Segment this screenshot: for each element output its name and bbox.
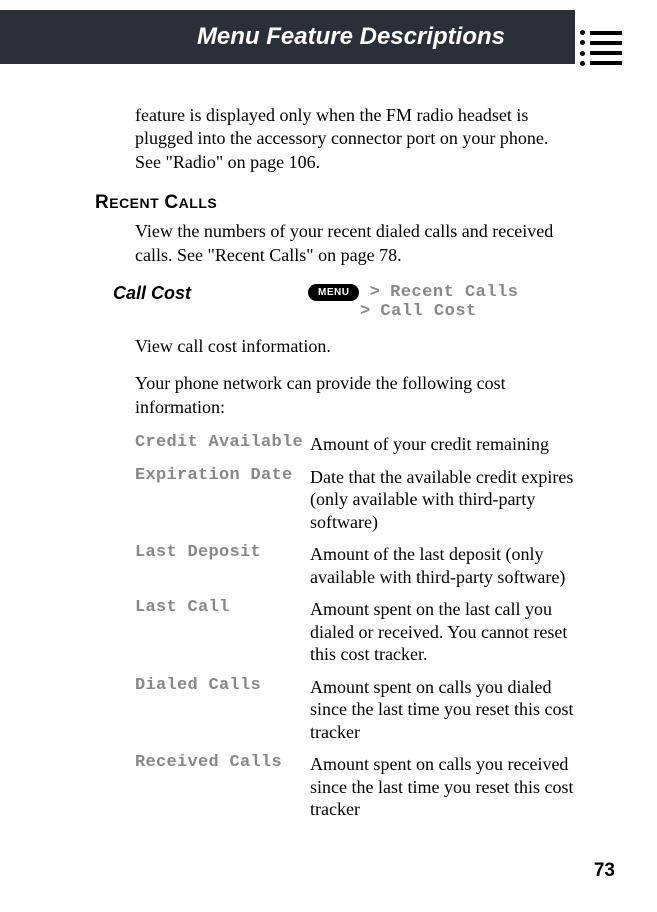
menu-path: MENU > Recent Calls > Call Cost: [308, 283, 577, 321]
definition-row: Dialed Calls Amount spent on calls you d…: [135, 676, 577, 744]
definition-table: Credit Available Amount of your credit r…: [135, 433, 577, 821]
intro-paragraph: feature is displayed only when the FM ra…: [135, 104, 577, 174]
definition-row: Credit Available Amount of your credit r…: [135, 433, 577, 456]
definition-term: Last Deposit: [135, 543, 310, 562]
body-paragraph: View call cost information.: [135, 335, 577, 358]
menu-list-icon: [580, 30, 622, 66]
header-bar: Menu Feature Descriptions: [0, 10, 575, 64]
definition-row: Last Deposit Amount of the last deposit …: [135, 543, 577, 588]
section-heading: RECENT CALLS: [95, 192, 577, 214]
definition-description: Amount of the last deposit (only availab…: [310, 543, 577, 588]
definition-description: Amount of your credit remaining: [310, 433, 577, 456]
page-number: 73: [594, 860, 615, 882]
definition-term: Dialed Calls: [135, 676, 310, 695]
subsection-title: Call Cost: [113, 283, 308, 304]
definition-description: Amount spent on calls you received since…: [310, 753, 577, 821]
definition-term: Credit Available: [135, 433, 310, 452]
subsection-header: Call Cost MENU > Recent Calls > Call Cos…: [113, 283, 577, 321]
definition-row: Expiration Date Date that the available …: [135, 466, 577, 534]
definition-row: Last Call Amount spent on the last call …: [135, 598, 577, 666]
body-paragraph: Your phone network can provide the follo…: [135, 372, 577, 419]
definition-term: Expiration Date: [135, 466, 310, 485]
menu-button-icon: MENU: [308, 284, 359, 301]
definition-term: Last Call: [135, 598, 310, 617]
path-item: Call Cost: [380, 302, 476, 321]
definition-description: Amount spent on calls you dialed since t…: [310, 676, 577, 744]
page-title: Menu Feature Descriptions: [197, 23, 505, 51]
definition-description: Date that the available credit expires (…: [310, 466, 577, 534]
section-description: View the numbers of your recent dialed c…: [135, 220, 577, 267]
definition-description: Amount spent on the last call you dialed…: [310, 598, 577, 666]
content-area: feature is displayed only when the FM ra…: [0, 64, 657, 821]
definition-term: Received Calls: [135, 753, 310, 772]
path-item: Recent Calls: [390, 283, 518, 302]
definition-row: Received Calls Amount spent on calls you…: [135, 753, 577, 821]
